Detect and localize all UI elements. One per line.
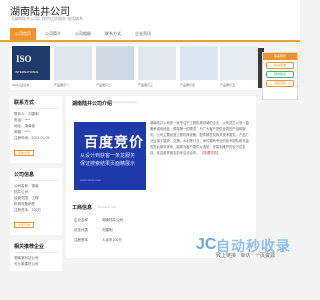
tab-news[interactable]: 企业资讯	[130, 28, 156, 40]
biz-key: 法定代表	[74, 228, 88, 232]
promo-line: 保证搜索结果页面精展示	[80, 161, 136, 167]
biz-value: 刘建明	[102, 228, 113, 232]
wechat-button[interactable]: 微信联系	[266, 71, 294, 78]
contact-title: 联系方式	[14, 99, 58, 109]
thumb-caption: 产品展示二	[96, 83, 112, 87]
promo-line: 从设计到获客一条龙服务	[80, 153, 136, 159]
biz-title-en: Business Info	[98, 205, 117, 209]
iso-logo: ISO	[16, 54, 32, 64]
biz-key: 企业名称	[74, 218, 88, 222]
info-title: 公司信息	[14, 171, 58, 181]
intro-body: 湖南陆井公司是一家专注于工程机械领域的企业，公司成立以来一直秉承诚信经营、质量第…	[150, 121, 249, 155]
intro-title: 湖南陆井公司介绍	[72, 101, 113, 107]
biz-title: 工商信息	[72, 205, 93, 211]
floating-contact-card: 联系我们 在线咨询 微信联系 返回顶部	[262, 52, 298, 100]
related-title: 相关推荐企业	[14, 243, 58, 253]
intro-title-en: Company Introduction	[108, 100, 138, 104]
biz-row: 注册资本 人民币100万	[74, 238, 194, 243]
promo-headline: 百度竞价	[84, 134, 144, 150]
tab-about[interactable]: 公司简介	[40, 28, 66, 40]
biz-row: 企业名称 湖南陆井公司	[74, 218, 194, 223]
view-details-link[interactable]: 【查看详情】	[200, 151, 220, 155]
contact-box: 联系方式 联系人：刘建明 电话：**** 地址：湖南省 邮箱：**** 注册时间…	[10, 96, 62, 163]
promo-banner[interactable]: 百度竞价 从设计到获客一条龙服务 保证搜索结果页面精展示 www.xxxxx.c…	[74, 122, 146, 190]
intro-text: 湖南陆井公司是一家专注于工程机械领域的企业，公司成立以来一直秉承诚信经营、质量第…	[150, 120, 250, 156]
product-image[interactable]: 产品展示二	[96, 46, 134, 87]
biz-value: 人民币100万	[102, 238, 122, 242]
contact-line: 注册时间：2012-01-09	[14, 136, 50, 140]
info-line: 注册资本：100万	[14, 208, 41, 212]
site-header: 湖南陆井公司 【湖南陆井公司】提供优质服务 电话联系	[0, 0, 300, 28]
site-subtitle: 【湖南陆井公司】提供优质服务 电话联系	[10, 16, 84, 21]
back-to-top-button[interactable]: 返回顶部	[266, 80, 294, 87]
promo-url: www.xxxxx.com	[80, 178, 102, 182]
tab-home[interactable]: 公司首页	[10, 28, 36, 40]
product-image[interactable]: 产品展示一	[54, 46, 92, 87]
online-consult-button[interactable]: 在线咨询	[266, 62, 294, 69]
thumb-caption: 产品展示四	[180, 83, 196, 87]
product-image[interactable]: 产品展示三	[138, 46, 176, 87]
photo-strip: ISO INTERNATIONAL ISO认证证书 产品展示一 产品展示二 产品…	[10, 44, 258, 90]
related-box: 相关推荐企业 湖南某科技公司 长沙某建材公司	[10, 240, 62, 271]
tab-album[interactable]: 公司相册	[70, 28, 96, 40]
iso-certificate-image[interactable]: ISO INTERNATIONAL ISO认证证书	[12, 46, 50, 87]
product-image[interactable]: 产品展示五	[220, 46, 258, 87]
thumb-caption: ISO认证证书	[12, 83, 30, 87]
thumb-caption: 产品展示五	[220, 83, 236, 87]
related-link[interactable]: 长沙某建材公司	[14, 261, 58, 267]
watermark-subtext: 致上链接 · 幸访 · 一页资源	[216, 253, 275, 259]
float-card-header: 联系我们	[263, 53, 297, 60]
product-image[interactable]: 产品展示四	[180, 46, 218, 87]
view-all-button[interactable]: 查看全部	[14, 150, 35, 156]
thumb-caption: 产品展示一	[54, 83, 70, 87]
company-info-box: 公司信息 公司名称：湖南 陆井公司 经营范围：工程 机械设备销售 注册资本：10…	[10, 168, 62, 235]
reputation-badge[interactable]: 十年口碑	[14, 222, 35, 228]
iso-logo-text: INTERNATIONAL	[15, 70, 39, 74]
watermark-logo-icon: JC	[196, 236, 217, 253]
left-sidebar: 联系方式 联系人：刘建明 电话：**** 地址：湖南省 邮箱：**** 注册时间…	[10, 96, 62, 276]
thumb-caption: 产品展示三	[138, 83, 154, 87]
biz-key: 注册资本	[74, 238, 88, 242]
watermark: JC 自动秒收录 致上链接 · 幸访 · 一页资源	[196, 236, 300, 260]
tab-contact[interactable]: 联系方式	[100, 28, 126, 40]
main-nav: 公司首页 公司简介 公司相册 联系方式 企业资讯	[0, 28, 300, 42]
biz-row: 法定代表 刘建明	[74, 228, 194, 233]
biz-value: 湖南陆井公司	[102, 218, 123, 222]
